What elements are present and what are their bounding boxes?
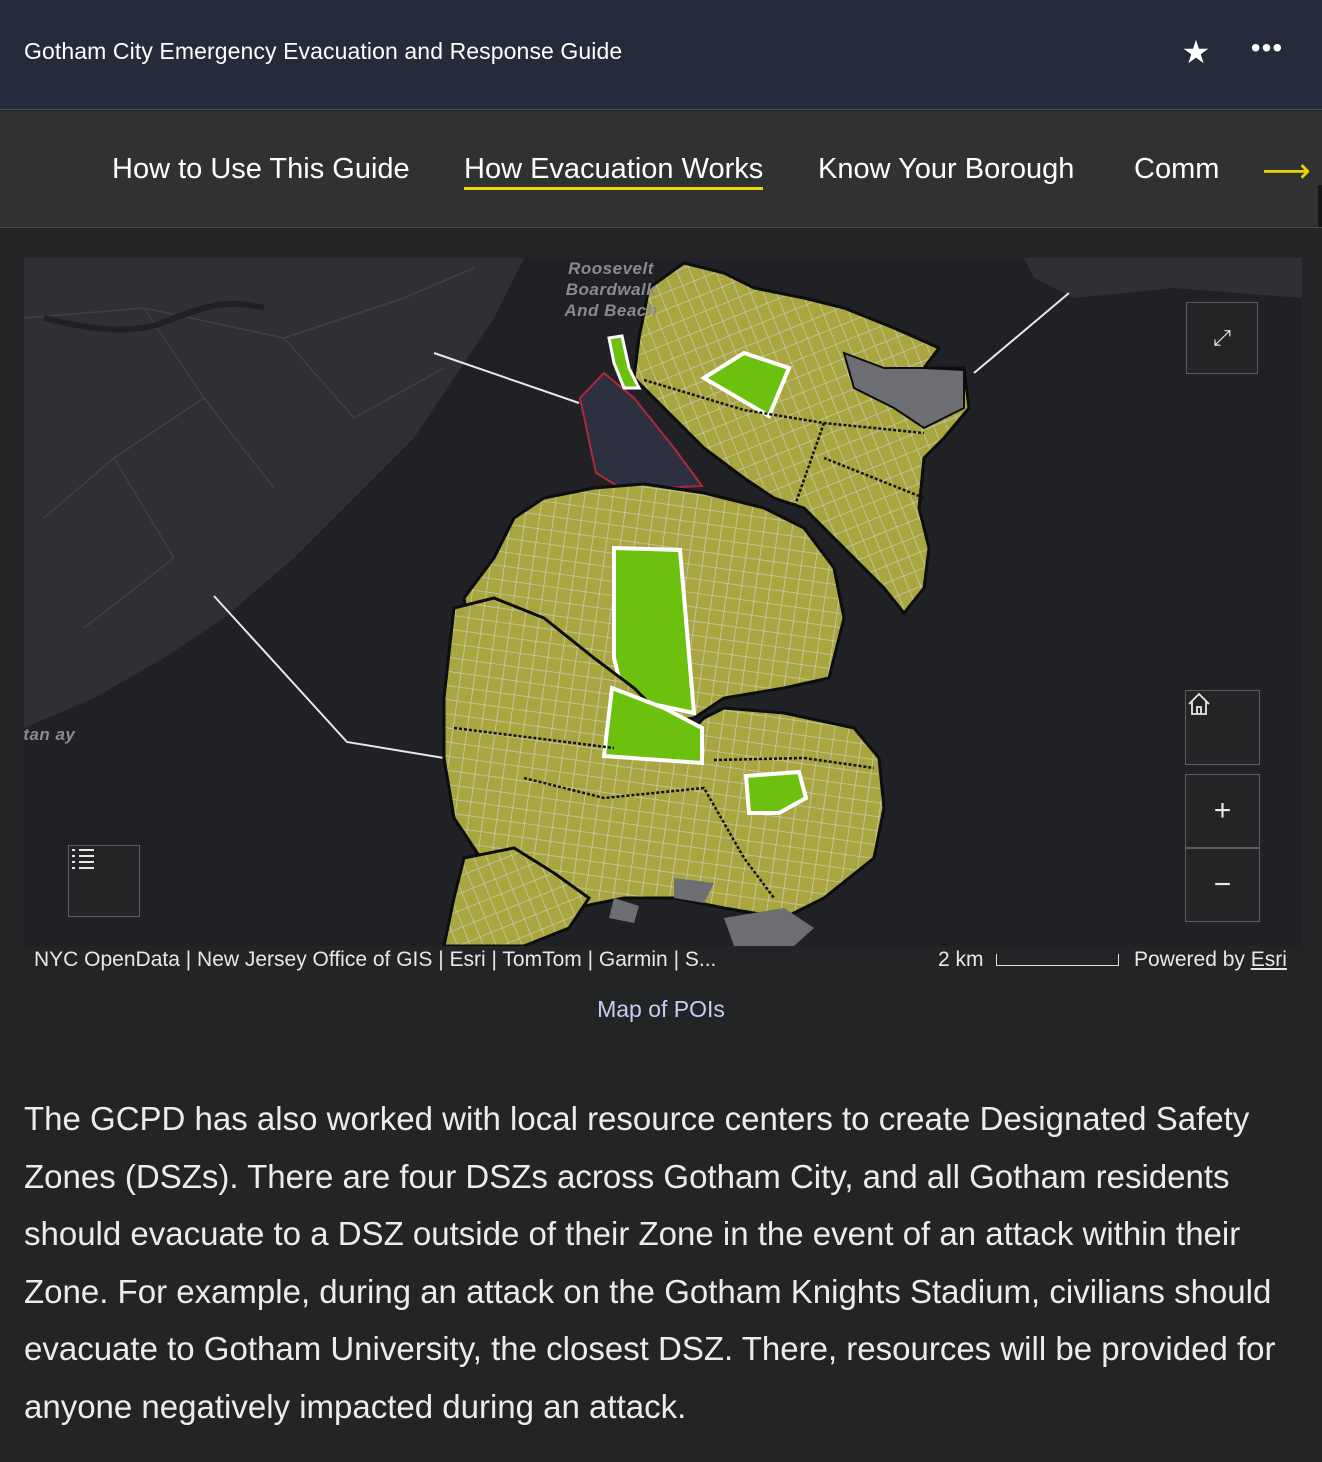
zoom-out-button[interactable]: − xyxy=(1185,848,1260,922)
scale-bar xyxy=(996,954,1119,966)
scale-label: 2 km xyxy=(938,948,984,971)
expand-icon[interactable]: ⤢ xyxy=(1186,302,1258,374)
map-canvas[interactable] xyxy=(24,258,1302,946)
section-nav: How to Use This Guide How Evacuation Wor… xyxy=(0,111,1322,228)
powered-prefix: Powered by xyxy=(1134,948,1251,971)
map-caption: Map of POIs xyxy=(597,996,725,1022)
poi-label-roosevelt: Roosevelt Boardwalk And Beach xyxy=(564,259,658,320)
legend-list-icon[interactable] xyxy=(68,845,140,917)
tab-how-evacuation-works[interactable]: How Evacuation Works xyxy=(464,153,764,190)
tab-know-your-borough[interactable]: Know Your Borough xyxy=(818,153,1074,186)
powered-by: Powered by Esri xyxy=(1134,948,1287,972)
home-icon[interactable] xyxy=(1185,690,1260,765)
attribution-sources[interactable]: NYC OpenData | New Jersey Office of GIS … xyxy=(34,948,716,972)
body-paragraph: The GCPD has also worked with local reso… xyxy=(24,1100,1276,1425)
tab-how-to-use[interactable]: How to Use This Guide xyxy=(112,153,410,186)
map-attribution: NYC OpenData | New Jersey Office of GIS … xyxy=(24,946,1302,976)
more-options-icon[interactable]: ••• xyxy=(1248,34,1286,68)
nav-scrollbar[interactable] xyxy=(1318,185,1322,227)
star-icon[interactable]: ★ xyxy=(1178,34,1214,70)
nav-fade xyxy=(1220,111,1260,227)
arrow-right-icon[interactable]: ⟶ xyxy=(1262,151,1311,191)
app-header: Gotham City Emergency Evacuation and Res… xyxy=(0,0,1322,110)
tab-comm[interactable]: Comm xyxy=(1134,153,1219,186)
page-title: Gotham City Emergency Evacuation and Res… xyxy=(24,38,623,64)
map-view[interactable]: Roosevelt Boardwalk And Beach itan ay ⤢ … xyxy=(24,258,1302,946)
esri-link[interactable]: Esri xyxy=(1251,948,1287,971)
zoom-in-button[interactable]: + xyxy=(1185,774,1260,848)
water-label: itan ay xyxy=(24,725,76,744)
